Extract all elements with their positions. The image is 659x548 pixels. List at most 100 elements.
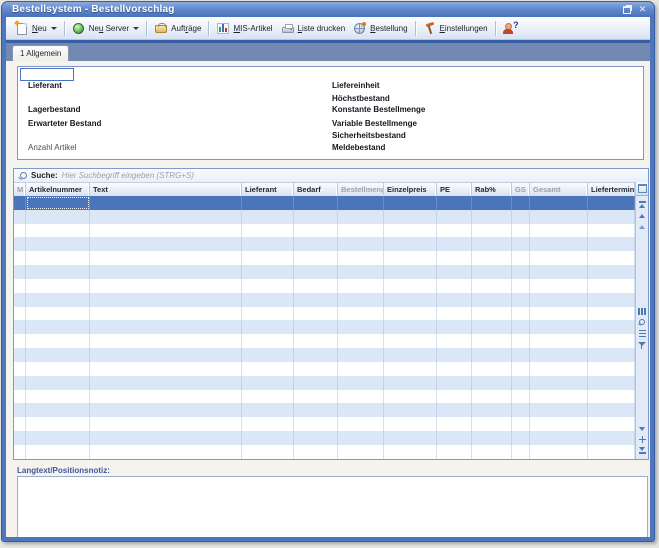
grid-cell (14, 376, 26, 390)
grid-cell (90, 362, 242, 376)
row-up-icon[interactable] (638, 221, 647, 232)
first-row-icon[interactable] (638, 199, 647, 210)
grid-cell (472, 224, 512, 238)
orders-button[interactable]: Aufträge (150, 21, 205, 36)
grid-cell (512, 293, 530, 307)
grid-cell (472, 251, 512, 265)
order-button-label: Bestellung (370, 24, 407, 33)
grid-cell (26, 265, 90, 279)
grid-row[interactable] (14, 334, 635, 348)
form-label-anzahl-artikel: Anzahl Artikel (28, 143, 76, 152)
column-header-bedarf[interactable]: Bedarf (294, 183, 338, 196)
new-button[interactable]: Neu (11, 21, 61, 36)
grid-row[interactable] (14, 390, 635, 404)
lieferant-filter-input[interactable] (20, 68, 74, 81)
grid-row[interactable] (14, 196, 635, 210)
grid-row[interactable] (14, 224, 635, 238)
title-bar[interactable]: Bestellsystem - Bestellvorschlag ✕ (2, 2, 654, 17)
grid-cell (384, 251, 437, 265)
settings-button[interactable]: Einstellungen (419, 21, 492, 36)
grid-row[interactable] (14, 403, 635, 417)
search-row-icon[interactable] (638, 317, 647, 328)
grid-cell (26, 417, 90, 431)
grid-cell (437, 196, 472, 210)
grid-cell (588, 210, 635, 224)
print-list-button[interactable]: Liste drucken (277, 21, 350, 36)
dropdown-arrow-icon[interactable] (133, 27, 139, 30)
search-input[interactable] (62, 171, 648, 180)
grid-row[interactable] (14, 348, 635, 362)
grid-row[interactable] (14, 265, 635, 279)
grid-header-row: MArtikelnummerTextLieferantBedarfBestell… (14, 183, 648, 197)
grid-cell (530, 279, 588, 293)
column-header-bestellmenge[interactable]: Bestellmenge (338, 183, 384, 196)
grid-cell (472, 293, 512, 307)
dropdown-arrow-icon[interactable] (51, 27, 57, 30)
grid-row[interactable] (14, 307, 635, 321)
column-header-text[interactable]: Text (90, 183, 242, 196)
grid-cell (472, 348, 512, 362)
grid-cell (530, 307, 588, 321)
grid-row[interactable] (14, 237, 635, 251)
order-button[interactable]: Bestellung (349, 21, 411, 36)
grid-cell (472, 307, 512, 321)
grid-row[interactable] (14, 320, 635, 334)
window-title: Bestellsystem - Bestellvorschlag (12, 4, 620, 15)
grid-cell (26, 348, 90, 362)
new-server-button[interactable]: Neu Server (68, 21, 143, 36)
tab-allgemein[interactable]: 1 Allgemein (12, 45, 69, 61)
column-header-lieferant[interactable]: Lieferant (242, 183, 294, 196)
grid-cell (90, 210, 242, 224)
grid-cell (472, 417, 512, 431)
grid-cell (437, 445, 472, 459)
grid-cell (384, 445, 437, 459)
grid-cell (530, 431, 588, 445)
restore-button[interactable] (620, 4, 633, 15)
grid-cell (242, 265, 294, 279)
column-header-rab-[interactable]: Rab% (472, 183, 512, 196)
grid-cell (14, 403, 26, 417)
grid-cell (512, 445, 530, 459)
column-header-gs[interactable]: GS (512, 183, 530, 196)
grid-row[interactable] (14, 210, 635, 224)
grid-cell (472, 445, 512, 459)
row-down-icon[interactable] (638, 423, 647, 434)
last-row-icon[interactable] (638, 445, 647, 456)
mis-artikel-button[interactable]: MIS-Artikel (212, 21, 276, 36)
column-header-pe[interactable]: PE (437, 183, 472, 196)
grid-row[interactable] (14, 376, 635, 390)
list-icon[interactable] (638, 328, 647, 339)
grid-cell (472, 362, 512, 376)
grid-cell (588, 445, 635, 459)
grid-row[interactable] (14, 417, 635, 431)
grid-row[interactable] (14, 445, 635, 459)
grid-cell (384, 265, 437, 279)
column-header-gesamt[interactable]: Gesamt (530, 183, 588, 196)
column-header-artikelnummer[interactable]: Artikelnummer (26, 183, 90, 196)
grid-row[interactable] (14, 362, 635, 376)
grid-row[interactable] (14, 293, 635, 307)
longtext-textarea[interactable] (17, 476, 648, 537)
center-row-icon[interactable] (638, 434, 647, 445)
grid-row[interactable] (14, 431, 635, 445)
grid-cell (530, 293, 588, 307)
column-header-liefertermin[interactable]: Liefertermin (588, 183, 635, 196)
grid-row[interactable] (14, 251, 635, 265)
grid-cell (588, 403, 635, 417)
grid-cell (384, 237, 437, 251)
grid-cell (588, 251, 635, 265)
column-chooser-button[interactable] (635, 182, 648, 196)
page-up-icon[interactable] (638, 210, 647, 221)
column-header-m[interactable]: M (14, 183, 26, 196)
grid-navigator (635, 196, 648, 459)
help-button[interactable]: ? (499, 21, 524, 36)
grid-cell (512, 196, 530, 210)
grid-cell (588, 265, 635, 279)
filter-icon[interactable] (638, 339, 647, 350)
grid-cell (242, 320, 294, 334)
column-header-einzelpreis[interactable]: Einzelpreis (384, 183, 437, 196)
columns-icon[interactable] (638, 306, 647, 317)
grid-cell (90, 320, 242, 334)
close-button[interactable]: ✕ (636, 4, 649, 15)
grid-row[interactable] (14, 279, 635, 293)
